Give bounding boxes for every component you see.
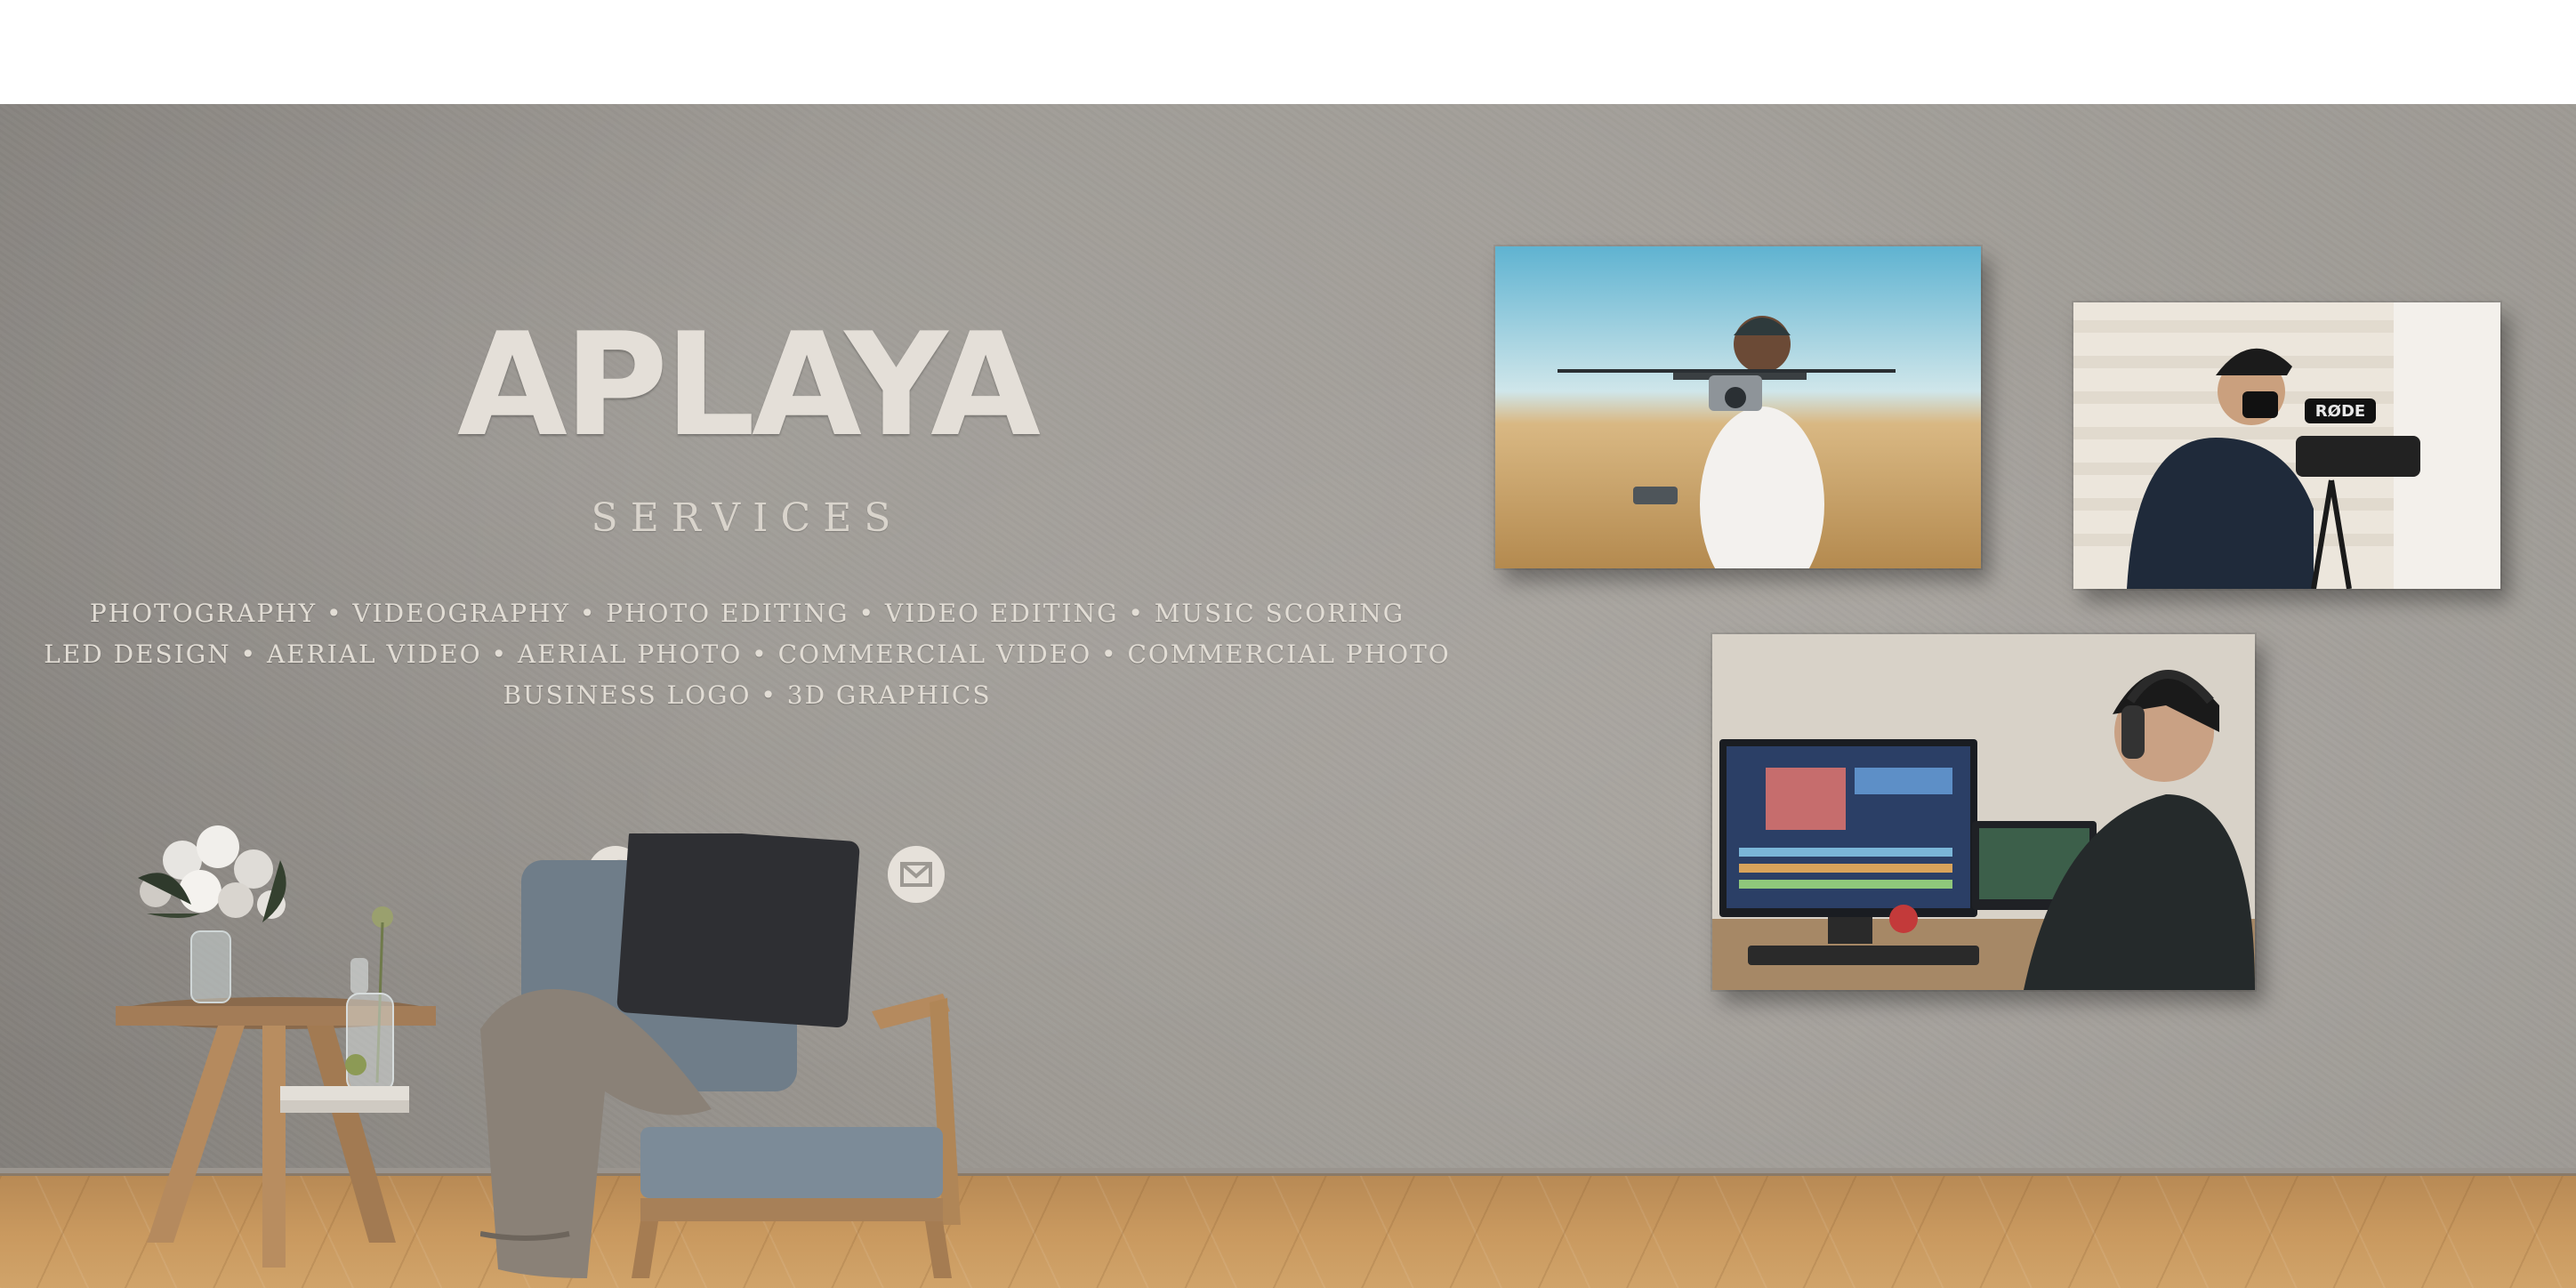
video-editor-workstation-photo <box>1712 634 2255 990</box>
services-heading: SERVICES <box>591 495 904 541</box>
rode-brand-text: RØDE <box>2315 402 2365 421</box>
services-line: PHOTOGRAPHY • VIDEOGRAPHY • PHOTO EDITIN… <box>89 599 1405 628</box>
top-white-bar <box>0 0 2576 104</box>
flower-vase <box>120 807 334 1011</box>
armchair <box>479 825 978 1278</box>
services-line: BUSINESS LOGO • 3D GRAPHICS <box>503 680 992 710</box>
stacked-books <box>280 1083 409 1118</box>
services-line: LED DESIGN • AERIAL VIDEO • AERIAL PHOTO… <box>44 640 1451 669</box>
videographer-camera-photo: RØDE <box>2073 302 2500 589</box>
drone-pilot-photo <box>1495 246 1981 568</box>
services-list: PHOTOGRAPHY • VIDEOGRAPHY • PHOTO EDITIN… <box>36 593 1459 716</box>
brand-logo: APLAYA <box>457 301 1041 468</box>
hero-scene: APLAYA SERVICES PHOTOGRAPHY • VIDEOGRAPH… <box>0 104 2576 1288</box>
glass-bottle <box>338 905 409 1109</box>
